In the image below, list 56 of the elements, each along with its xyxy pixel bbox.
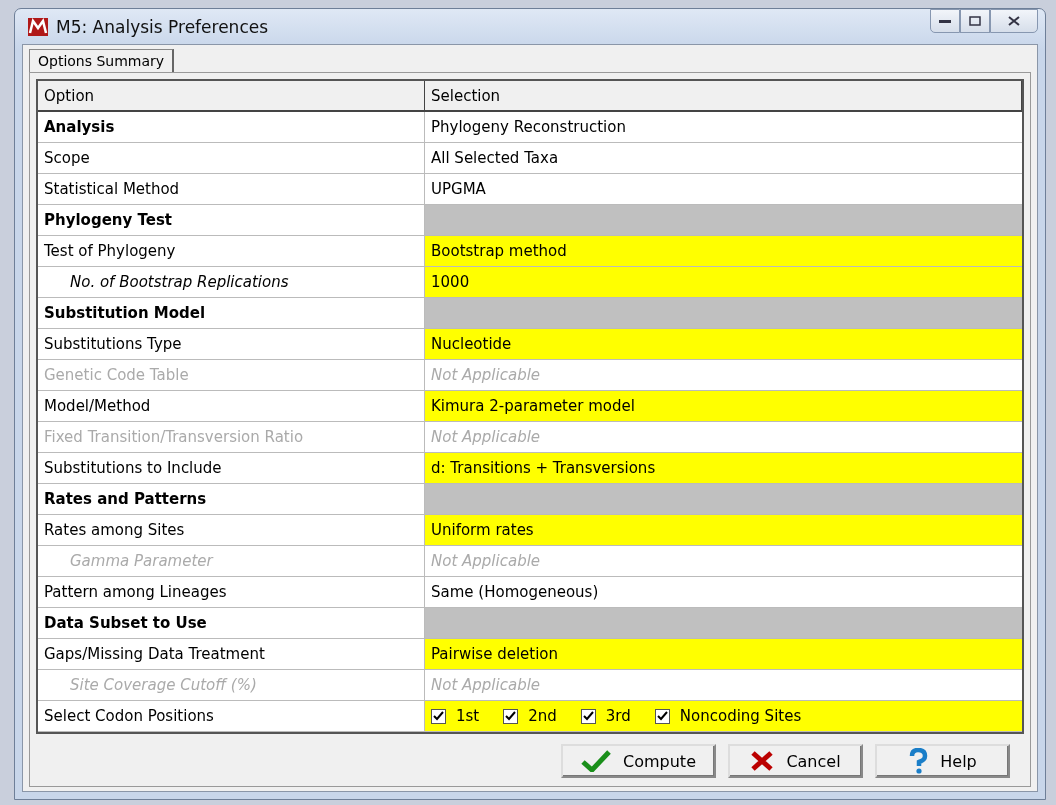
- maximize-icon: [969, 16, 981, 26]
- option-label: Site Coverage Cutoff (%): [38, 670, 425, 701]
- check-icon: [505, 711, 517, 721]
- option-label: Substitutions Type: [38, 329, 425, 360]
- codon-checkbox[interactable]: 2nd: [503, 707, 557, 725]
- selection-cell[interactable]: Kimura 2-parameter model: [425, 391, 1022, 422]
- section-label: Analysis: [38, 112, 425, 143]
- checkbox[interactable]: [503, 708, 519, 724]
- app-logo-icon: [28, 17, 48, 36]
- check-icon: [433, 711, 444, 721]
- close-icon: [1008, 16, 1020, 26]
- option-label: Rates among Sites: [38, 515, 425, 546]
- section-label: Rates and Patterns: [38, 484, 425, 515]
- check-icon: [582, 711, 594, 721]
- option-label: Test of Phylogeny: [38, 236, 425, 267]
- option-label: Scope: [38, 143, 425, 174]
- check-icon: [581, 750, 611, 772]
- section-label: Phylogeny Test: [38, 205, 425, 236]
- codon-checkbox[interactable]: 3rd: [580, 707, 631, 725]
- option-label: Select Codon Positions: [38, 701, 425, 732]
- checkbox[interactable]: [580, 708, 596, 724]
- section-label: Data Subset to Use: [38, 608, 425, 639]
- selection-cell[interactable]: Bootstrap method: [425, 236, 1022, 267]
- close-button[interactable]: [990, 9, 1038, 33]
- option-label: Fixed Transition/Transversion Ratio: [38, 422, 425, 453]
- compute-button[interactable]: Compute: [561, 744, 716, 778]
- codon-checkbox[interactable]: 1st: [431, 707, 480, 725]
- check-icon: [656, 711, 668, 721]
- maximize-button[interactable]: [960, 9, 990, 33]
- tab[interactable]: Options Summary: [29, 49, 175, 72]
- option-label: Genetic Code Table: [38, 360, 425, 391]
- option-label: Gamma Parameter: [38, 546, 425, 577]
- checkbox[interactable]: [654, 708, 670, 724]
- column-header: Selection: [425, 81, 1022, 112]
- option-label: Model/Method: [38, 391, 425, 422]
- selection-cell[interactable]: Nucleotide: [425, 329, 1022, 360]
- selection-cell[interactable]: d: Transitions + Transversions: [425, 453, 1022, 484]
- option-label: No. of Bootstrap Replications: [38, 267, 425, 298]
- selection-cell[interactable]: 1000: [425, 267, 1022, 298]
- option-label: Statistical Method: [38, 174, 425, 205]
- option-label: Gaps/Missing Data Treatment: [38, 639, 425, 670]
- help-icon: [908, 748, 929, 774]
- minimize-button[interactable]: [930, 9, 960, 33]
- selection-cell[interactable]: Uniform rates: [425, 515, 1022, 546]
- selection-cell[interactable]: Pairwise deletion: [425, 639, 1022, 670]
- window-title: M5: Analysis Preferences: [56, 16, 270, 37]
- checkbox[interactable]: [431, 708, 446, 724]
- option-label: Pattern among Lineages: [38, 577, 425, 608]
- minimize-icon: [939, 18, 951, 24]
- help-button[interactable]: Help: [875, 744, 1010, 778]
- codon-checkbox[interactable]: Noncoding Sites: [654, 707, 802, 725]
- option-label: Substitutions to Include: [38, 453, 425, 484]
- cancel-button[interactable]: Cancel: [728, 744, 863, 778]
- section-label: Substitution Model: [38, 298, 425, 329]
- close-icon: [750, 750, 775, 772]
- column-header: Option: [38, 81, 425, 112]
